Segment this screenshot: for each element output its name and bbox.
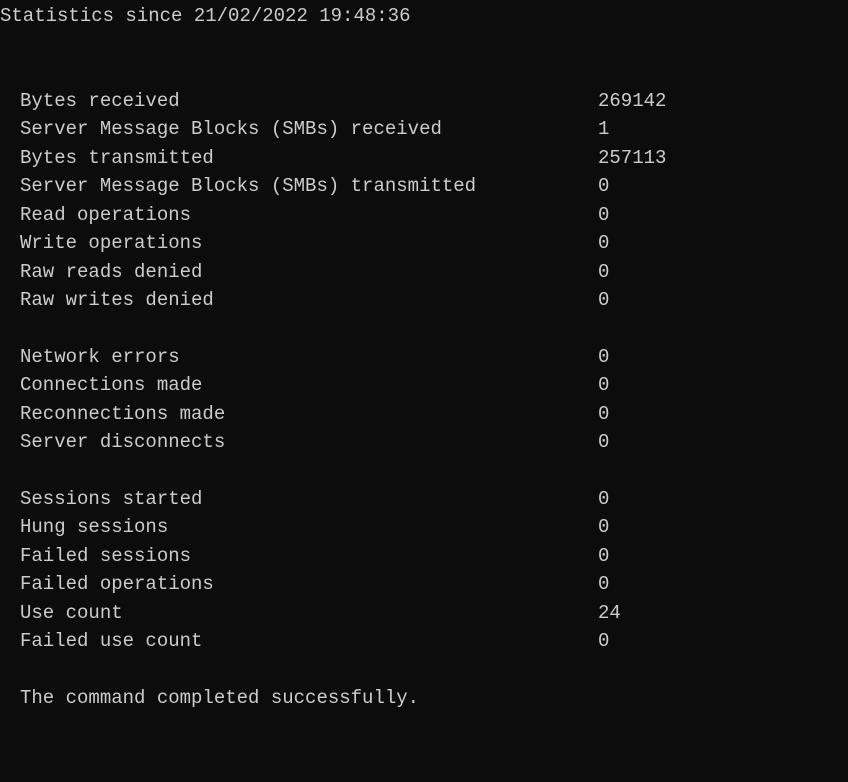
stat-row: Failed use count0: [20, 627, 848, 656]
stat-value: 0: [598, 172, 609, 201]
stat-row: Read operations0: [20, 201, 848, 230]
stat-label: Bytes transmitted: [20, 144, 598, 173]
stat-label: Failed operations: [20, 570, 598, 599]
stat-row: Failed sessions0: [20, 542, 848, 571]
stat-label: Hung sessions: [20, 513, 598, 542]
group-spacer: [20, 457, 848, 485]
stat-row: Sessions started0: [20, 485, 848, 514]
stat-value: 24: [598, 599, 621, 628]
stat-label: Reconnections made: [20, 400, 598, 429]
stat-label: Server disconnects: [20, 428, 598, 457]
stat-label: Raw writes denied: [20, 286, 598, 315]
stats-block: Bytes received269142Server Message Block…: [0, 31, 848, 713]
stat-label: Network errors: [20, 343, 598, 372]
stat-label: Sessions started: [20, 485, 598, 514]
stat-value: 0: [598, 542, 609, 571]
stat-value: 0: [598, 371, 609, 400]
stat-value: 0: [598, 286, 609, 315]
stat-value: 0: [598, 343, 609, 372]
stat-row: Bytes transmitted257113: [20, 144, 848, 173]
stat-label: Failed sessions: [20, 542, 598, 571]
stat-row: Server Message Blocks (SMBs) transmitted…: [20, 172, 848, 201]
stat-row: Server disconnects0: [20, 428, 848, 457]
stat-value: 0: [598, 513, 609, 542]
stats-header: Statistics since 21/02/2022 19:48:36: [0, 0, 848, 31]
stat-value: 269142: [598, 87, 666, 116]
stat-row: Bytes received269142: [20, 87, 848, 116]
stat-label: Read operations: [20, 201, 598, 230]
stat-value: 1: [598, 115, 609, 144]
stat-label: Write operations: [20, 229, 598, 258]
stat-row: Connections made0: [20, 371, 848, 400]
stat-row: Network errors0: [20, 343, 848, 372]
stat-row: Use count24: [20, 599, 848, 628]
stat-row: Raw writes denied0: [20, 286, 848, 315]
stat-label: Raw reads denied: [20, 258, 598, 287]
stat-value: 0: [598, 485, 609, 514]
stat-value: 0: [598, 201, 609, 230]
stat-value: 0: [598, 258, 609, 287]
stat-value: 0: [598, 627, 609, 656]
stat-label: Server Message Blocks (SMBs) received: [20, 115, 598, 144]
stat-row: Reconnections made0: [20, 400, 848, 429]
stat-row: Raw reads denied0: [20, 258, 848, 287]
stat-label: Use count: [20, 599, 598, 628]
stat-value: 0: [598, 229, 609, 258]
stat-label: Failed use count: [20, 627, 598, 656]
stat-label: Server Message Blocks (SMBs) transmitted: [20, 172, 598, 201]
stat-value: 0: [598, 570, 609, 599]
group-spacer: [20, 315, 848, 343]
stat-value: 257113: [598, 144, 666, 173]
stat-label: Bytes received: [20, 87, 598, 116]
stat-row: Write operations0: [20, 229, 848, 258]
stat-row: Server Message Blocks (SMBs) received1: [20, 115, 848, 144]
stat-value: 0: [598, 428, 609, 457]
stat-label: Connections made: [20, 371, 598, 400]
stat-value: 0: [598, 400, 609, 429]
completion-message: The command completed successfully.: [20, 656, 848, 713]
stat-row: Hung sessions0: [20, 513, 848, 542]
stat-row: Failed operations0: [20, 570, 848, 599]
